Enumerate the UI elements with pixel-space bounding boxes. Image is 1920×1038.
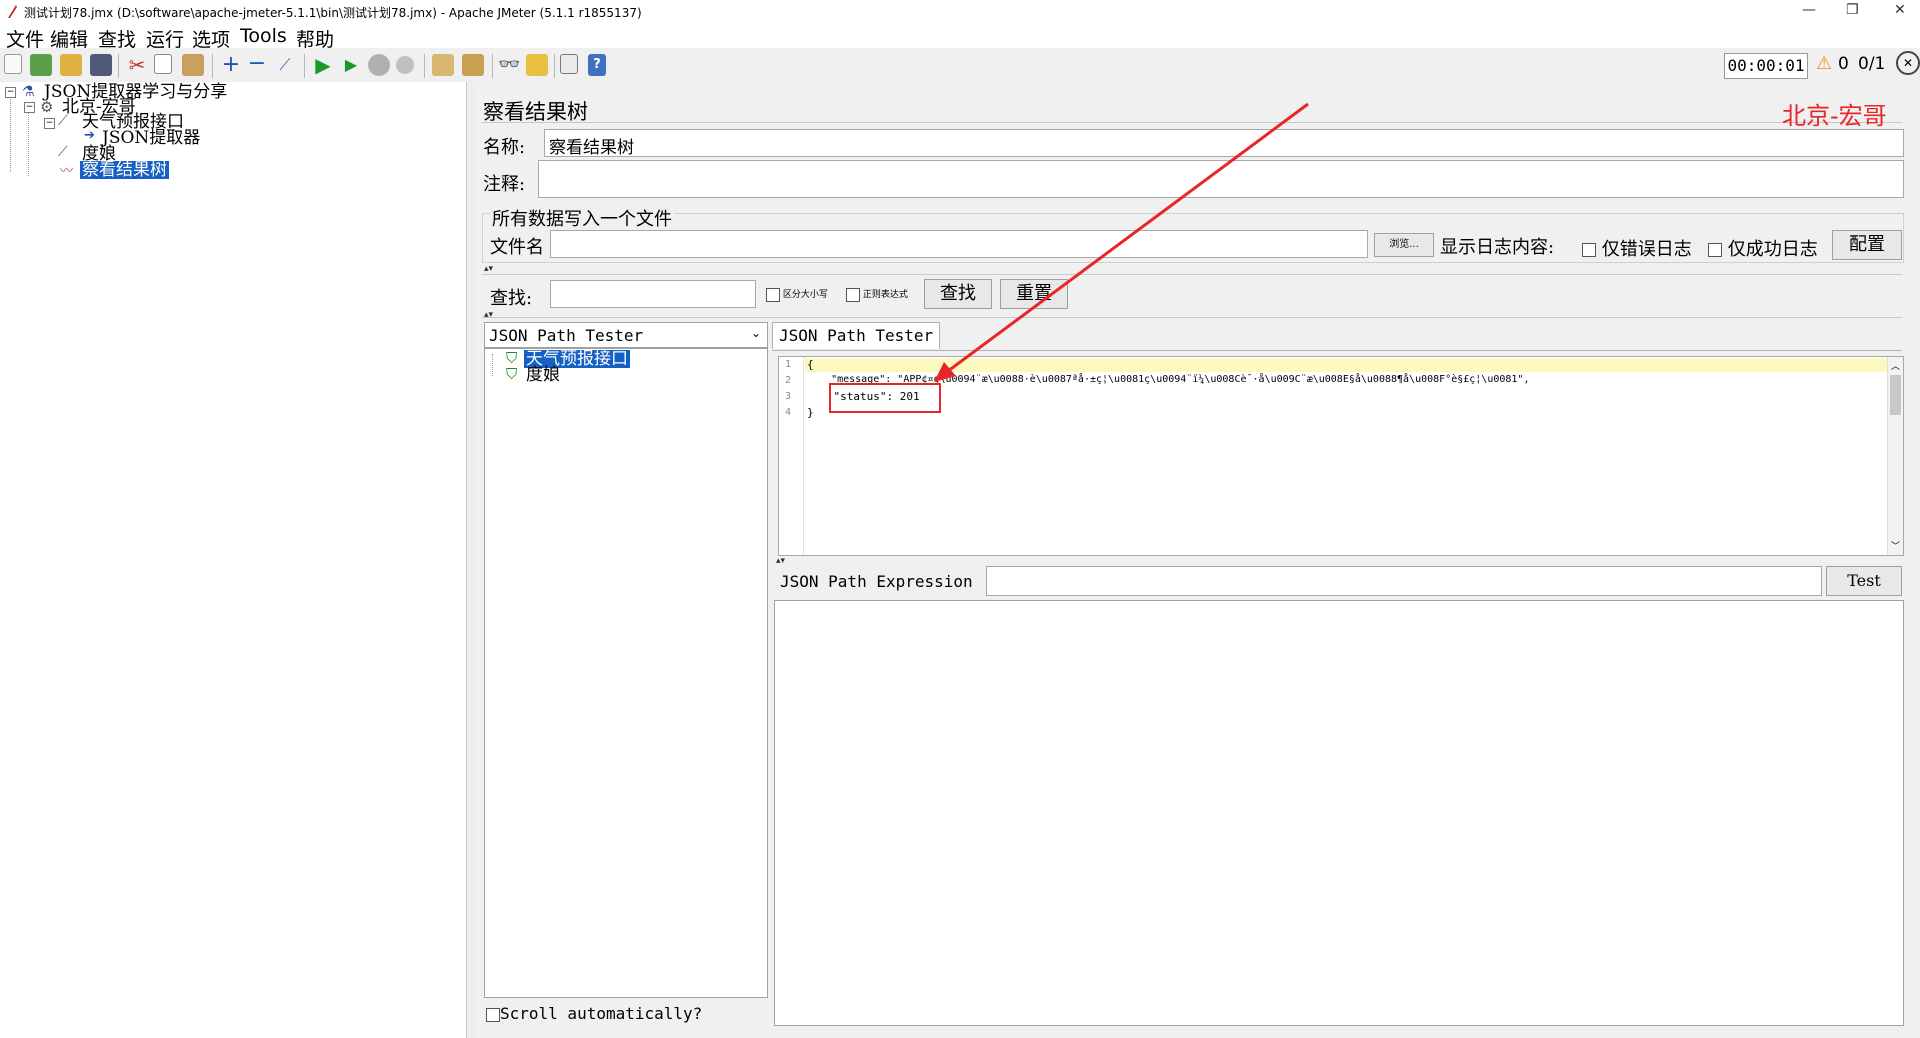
thread-group-icon: ⚙ bbox=[40, 98, 54, 116]
function-helper-icon[interactable] bbox=[560, 54, 578, 74]
reset-search-icon[interactable] bbox=[526, 54, 548, 76]
close-button[interactable]: ✕ bbox=[1894, 2, 1906, 18]
expression-result-area[interactable] bbox=[774, 600, 1904, 1026]
browse-button[interactable]: 浏览... bbox=[1374, 233, 1434, 257]
expand-icon[interactable]: + bbox=[220, 54, 242, 76]
copy-icon[interactable] bbox=[154, 54, 172, 74]
menu-bar: 文件 编辑 查找 运行 选项 Tools 帮助 bbox=[0, 22, 1920, 51]
json-path-expression-label: JSON Path Expression bbox=[780, 572, 973, 591]
chevron-down-icon[interactable]: ⌄ bbox=[751, 326, 761, 340]
paste-icon[interactable] bbox=[182, 54, 204, 76]
minimize-button[interactable]: — bbox=[1802, 2, 1816, 18]
success-shield-icon: ⛉ bbox=[506, 365, 518, 383]
binoculars-icon[interactable]: 👓 bbox=[498, 54, 520, 76]
errors-only-box[interactable] bbox=[1582, 243, 1596, 257]
status-highlight-box bbox=[829, 383, 941, 413]
regex-checkbox[interactable]: 正则表达式 bbox=[846, 287, 908, 302]
thread-count: 0/1 bbox=[1858, 54, 1886, 74]
code-line-1: { bbox=[807, 358, 814, 371]
restore-button[interactable]: ❐ bbox=[1846, 2, 1859, 18]
case-sensitive-checkbox[interactable]: 区分大小写 bbox=[766, 287, 828, 302]
errors-only-checkbox[interactable]: 仅错误日志 bbox=[1582, 235, 1692, 261]
scroll-down-icon[interactable]: ﹀ bbox=[1891, 539, 1900, 552]
editor-scrollbar[interactable]: ︿ ﹀ bbox=[1887, 357, 1903, 555]
warning-icon[interactable]: ⚠ bbox=[1816, 53, 1832, 74]
elapsed-timer: 00:00:01 bbox=[1724, 53, 1808, 79]
log-content-label: 显示日志内容: bbox=[1440, 237, 1555, 258]
file-name-label: 文件名 bbox=[490, 237, 544, 258]
remote-status-icon[interactable]: ✕ bbox=[1896, 51, 1920, 75]
stop-icon[interactable] bbox=[368, 54, 390, 76]
annotation-arrow bbox=[934, 102, 1309, 382]
clear-icon[interactable] bbox=[432, 54, 454, 76]
scroll-thumb[interactable] bbox=[1890, 375, 1901, 415]
title-bar: 测试计划78.jmx (D:\software\apache-jmeter-5.… bbox=[0, 0, 1920, 22]
new-icon[interactable] bbox=[4, 54, 22, 74]
scroll-auto-box[interactable] bbox=[486, 1007, 500, 1022]
tab-json-path-tester[interactable]: JSON Path Tester bbox=[772, 322, 941, 349]
split-arrows-icon[interactable]: ▴▾ bbox=[484, 310, 493, 320]
tree-node-view-results-tree[interactable]: 察看结果树 bbox=[80, 161, 169, 179]
case-sensitive-box[interactable] bbox=[766, 287, 780, 302]
test-plan-icon: ⚗ bbox=[22, 84, 35, 100]
collapse-toggle[interactable]: − bbox=[24, 102, 35, 113]
jmeter-feather-icon bbox=[8, 5, 17, 18]
renderer-select[interactable]: JSON Path Tester ⌄ bbox=[484, 322, 768, 348]
templates-icon[interactable] bbox=[30, 54, 52, 76]
window-title: 测试计划78.jmx (D:\software\apache-jmeter-5.… bbox=[24, 6, 642, 20]
cut-icon[interactable]: ✂ bbox=[126, 54, 148, 76]
result-item-baidu[interactable]: 度娘 bbox=[526, 366, 560, 384]
clear-all-icon[interactable] bbox=[462, 54, 484, 76]
file-group-title: 所有数据写入一个文件 bbox=[490, 205, 674, 231]
search-label: 查找: bbox=[490, 288, 533, 309]
split-arrows-icon[interactable]: ▴▾ bbox=[484, 264, 493, 274]
save-icon[interactable] bbox=[90, 54, 112, 76]
extractor-icon: ➔ bbox=[84, 128, 95, 143]
menu-tools[interactable]: Tools bbox=[240, 25, 287, 47]
success-only-box[interactable] bbox=[1708, 243, 1722, 257]
toggle-icon[interactable]: ⟋ bbox=[274, 54, 296, 76]
sample-results-list[interactable] bbox=[484, 348, 768, 998]
json-path-expression-input[interactable] bbox=[986, 566, 1822, 596]
scroll-up-icon[interactable]: ︿ bbox=[1891, 359, 1900, 372]
collapse-icon[interactable]: − bbox=[246, 53, 268, 76]
scroll-auto-checkbox[interactable]: Scroll automatically? bbox=[486, 1004, 702, 1023]
test-button[interactable]: Test bbox=[1826, 566, 1902, 596]
name-label: 名称: bbox=[483, 137, 526, 158]
help-icon[interactable]: ? bbox=[588, 54, 606, 76]
test-plan-tree[interactable]: − ⚗ JSON提取器学习与分享 − ⚙ 北京-宏哥 − ⟋ 天气预报接口 ➔ … bbox=[0, 82, 467, 1038]
start-icon[interactable]: ▶ bbox=[312, 54, 334, 76]
collapse-toggle[interactable]: − bbox=[44, 118, 55, 129]
warning-count: 0 bbox=[1838, 54, 1849, 74]
configure-button[interactable]: 配置 bbox=[1832, 230, 1902, 260]
listener-icon: 〰 bbox=[60, 164, 74, 179]
toolbar: ✂ + − ⟋ ▶ ▶ 👓 ? bbox=[0, 48, 1920, 83]
comment-label: 注释: bbox=[483, 174, 526, 195]
start-no-pause-icon[interactable]: ▶ bbox=[340, 54, 362, 76]
collapse-toggle[interactable]: − bbox=[5, 87, 16, 98]
open-icon[interactable] bbox=[60, 54, 82, 76]
tree-node-json-extractor[interactable]: JSON提取器 bbox=[102, 129, 200, 147]
search-input[interactable] bbox=[550, 280, 756, 308]
panel-title: 察看结果树 bbox=[483, 100, 588, 124]
shutdown-icon[interactable] bbox=[396, 56, 414, 74]
http-sampler-icon: ⟋ bbox=[58, 144, 68, 160]
success-only-checkbox[interactable]: 仅成功日志 bbox=[1708, 235, 1818, 261]
code-line-4: } bbox=[807, 406, 814, 419]
regex-box[interactable] bbox=[846, 287, 860, 302]
split-arrows-icon[interactable]: ▴▾ bbox=[776, 556, 785, 566]
http-sampler-icon: ⟋ bbox=[58, 113, 68, 129]
watermark-text: 北京-宏哥 bbox=[1782, 102, 1887, 130]
